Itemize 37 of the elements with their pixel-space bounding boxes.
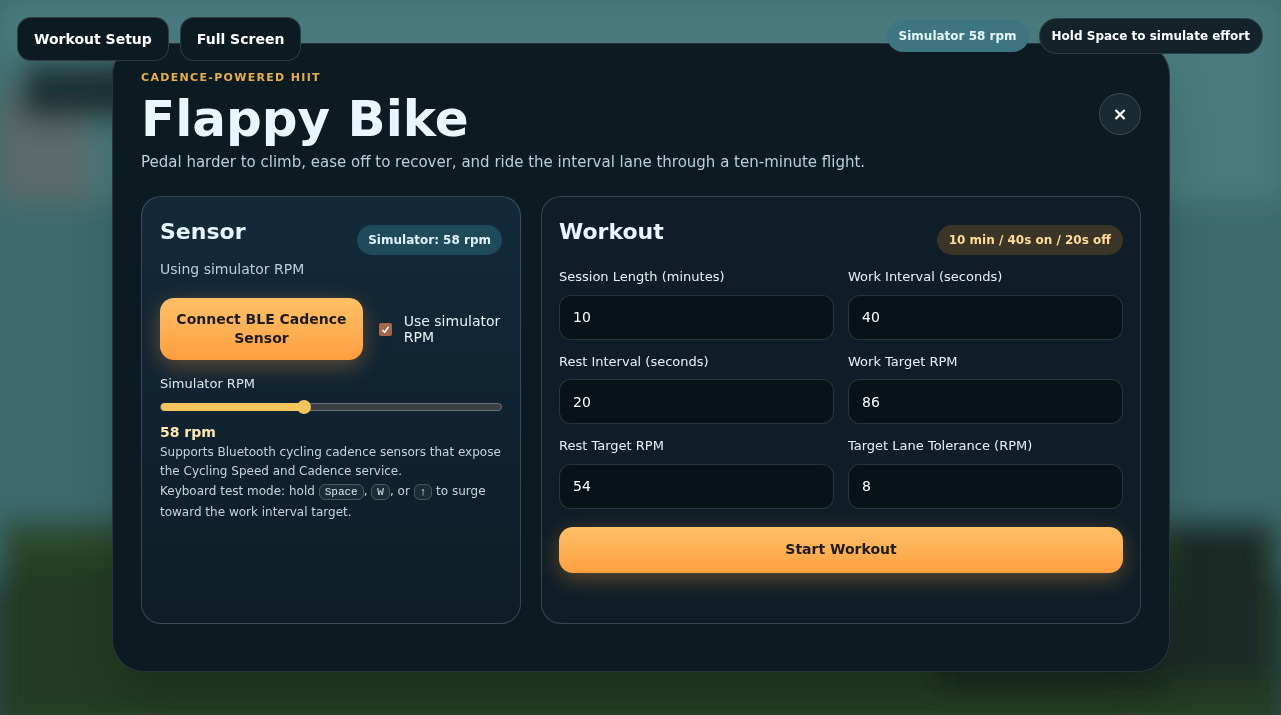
checkbox[interactable]	[378, 322, 392, 336]
checkbox-label: Use simulator RPM	[403, 313, 502, 345]
status-badge: Simulator: 58 rpm	[357, 225, 502, 255]
dialog-title: Flappy Bike	[141, 88, 469, 149]
help-text: Supports Bluetooth cycling cadence sensors that expose the Cycling Speed and Cadence service.	[160, 443, 502, 480]
status-pill: Simulator 58 rpm	[886, 20, 1029, 52]
input-field[interactable]: 8	[848, 463, 1123, 509]
field-label: Rest Interval (seconds)	[559, 352, 710, 371]
close-button[interactable]: ×	[1099, 92, 1141, 135]
toolbar-button[interactable]: Workout Setup	[17, 17, 169, 61]
summary-badge: 10 min / 40s on / 20s off	[936, 225, 1123, 255]
eyebrow-text: CADENCE-POWERED HIIT	[141, 70, 322, 86]
card-title: Sensor	[160, 218, 246, 246]
slider-reading: 58 rpm	[160, 422, 217, 442]
toolbar-button[interactable]: Full Screen	[179, 17, 302, 61]
key-cap: Space	[318, 483, 364, 500]
field-label: Target Lane Tolerance (RPM)	[848, 437, 1034, 455]
input-field[interactable]: 10	[559, 294, 834, 340]
input-field[interactable]: 86	[848, 379, 1123, 424]
key-cap: ↑	[413, 483, 433, 500]
dialog-subtitle: Pedal harder to climb, ease off to recover, and ride the interval lane through a ten-minute flight.	[141, 151, 867, 173]
sensor-status-text: Using simulator RPM	[160, 260, 306, 279]
hint-pill: Hold Space to simulate effort	[1038, 18, 1263, 54]
card-title: Workout	[559, 218, 664, 246]
input-field[interactable]: 20	[559, 379, 834, 424]
start-workout-button[interactable]: Start Workout	[559, 526, 1123, 573]
keyboard-help-text: Keyboard test mode: hold Space , W , or ↑ to surge toward the work interval target.	[160, 482, 487, 521]
connect-sensor-button[interactable]: Connect BLE Cadence Sensor	[160, 298, 363, 360]
slider-label: Simulator RPM	[160, 375, 256, 393]
input-field[interactable]: 40	[848, 294, 1123, 340]
input-field[interactable]: 54	[559, 463, 834, 509]
field-label: Rest Target RPM	[559, 437, 665, 455]
key-cap: W	[371, 483, 390, 500]
field-label: Work Interval (seconds)	[848, 268, 1004, 286]
field-label: Work Target RPM	[848, 352, 959, 371]
field-label: Session Length (minutes)	[559, 268, 726, 286]
slider-thumb[interactable]	[296, 399, 311, 414]
